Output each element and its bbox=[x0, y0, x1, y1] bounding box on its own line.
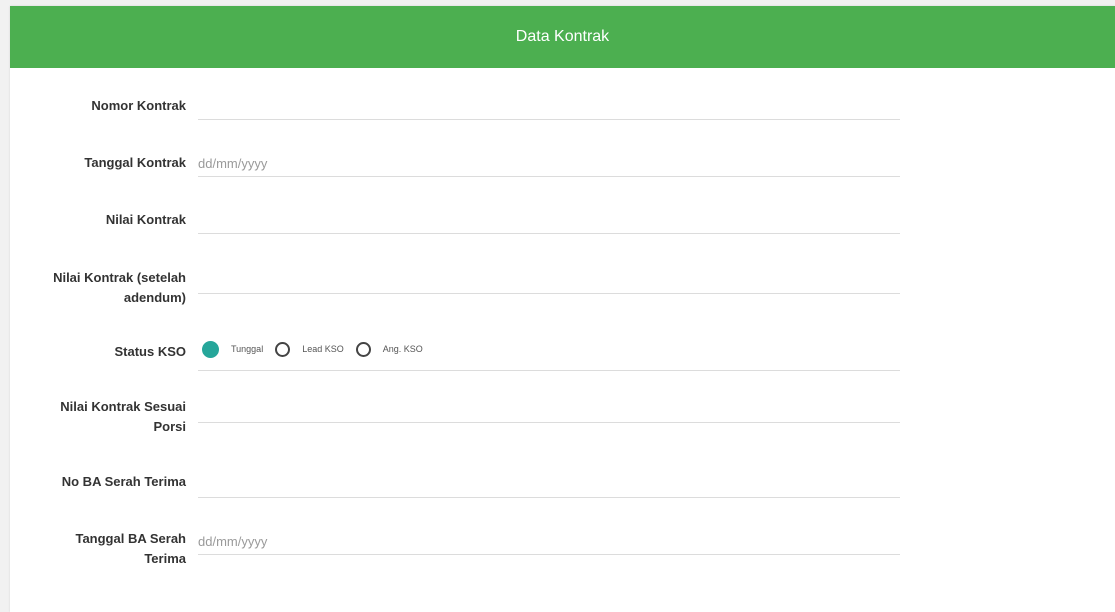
nilai-kontrak-field bbox=[198, 208, 900, 234]
tanggal-kontrak-label: Tanggal Kontrak bbox=[84, 155, 186, 170]
status-kso-label: Status KSO bbox=[114, 344, 186, 359]
tanggal-kontrak-input[interactable] bbox=[198, 151, 900, 175]
nilai-kontrak-adendum-label: Nilai Kontrak (setelah adendum) bbox=[10, 268, 186, 308]
tanggal-ba-serah-terima-label: Tanggal BA Serah Terima bbox=[10, 529, 186, 569]
form-card: Data Kontrak Nomor Kontrak Tanggal Kontr… bbox=[10, 6, 1115, 612]
nilai-kontrak-input[interactable] bbox=[198, 208, 900, 232]
form-title: Data Kontrak bbox=[515, 28, 610, 45]
nomor-kontrak-input[interactable] bbox=[198, 94, 900, 118]
tanggal-ba-serah-terima-label-line1: Tanggal BA Serah bbox=[75, 531, 186, 546]
no-ba-serah-terima-field bbox=[198, 472, 900, 498]
tanggal-ba-serah-terima-field bbox=[198, 529, 900, 555]
form-header: Data Kontrak bbox=[10, 6, 1115, 68]
nilai-kontrak-label: Nilai Kontrak bbox=[105, 212, 186, 227]
no-ba-serah-terima-input[interactable] bbox=[198, 472, 900, 496]
tanggal-kontrak-field bbox=[198, 151, 900, 177]
nilai-kontrak-adendum-field bbox=[198, 268, 900, 294]
nilai-kontrak-porsi-label-line1: Nilai Kontrak Sesuai bbox=[60, 399, 186, 414]
nilai-kontrak-adendum-label-line1: Nilai Kontrak (setelah bbox=[53, 270, 186, 285]
nomor-kontrak-label: Nomor Kontrak bbox=[91, 98, 186, 113]
nilai-kontrak-porsi-field bbox=[198, 397, 900, 423]
nilai-kontrak-porsi-input[interactable] bbox=[198, 397, 900, 421]
status-kso-field bbox=[198, 345, 900, 371]
nilai-kontrak-porsi-label: Nilai Kontrak Sesuai Porsi bbox=[10, 397, 186, 437]
nilai-kontrak-adendum-input[interactable] bbox=[198, 268, 900, 292]
nilai-kontrak-adendum-label-line2: adendum) bbox=[123, 290, 186, 305]
tanggal-ba-serah-terima-label-line2: Terima bbox=[144, 551, 186, 566]
nilai-kontrak-porsi-label-line2: Porsi bbox=[153, 419, 186, 434]
tanggal-ba-serah-terima-input[interactable] bbox=[198, 529, 900, 553]
nomor-kontrak-field bbox=[198, 94, 900, 120]
no-ba-serah-terima-label: No BA Serah Terima bbox=[61, 474, 186, 489]
